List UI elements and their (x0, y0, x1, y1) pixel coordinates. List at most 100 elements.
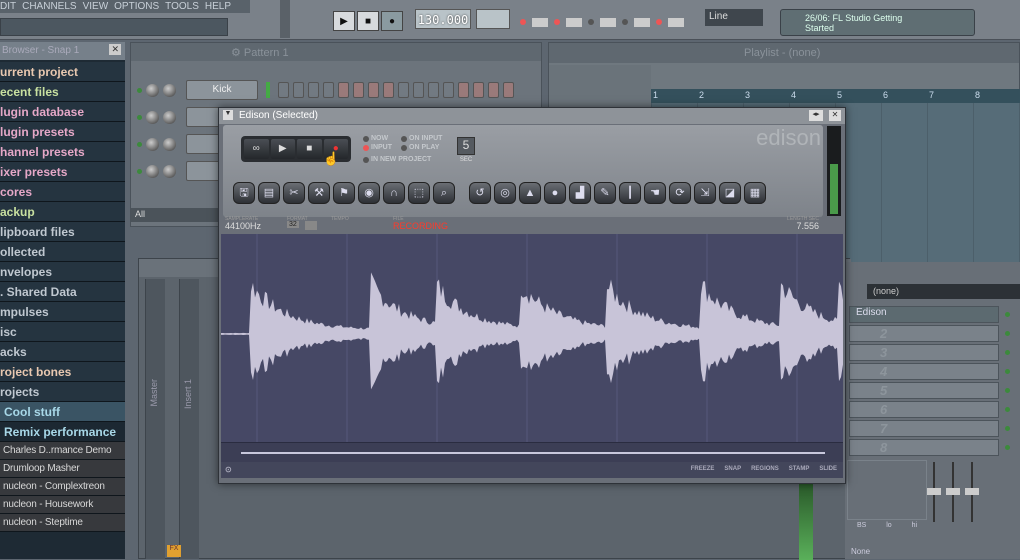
menu-channels[interactable]: CHANNELS (22, 0, 76, 13)
channel-button[interactable]: Kick (186, 80, 258, 100)
fx-slot[interactable]: 4 (849, 363, 999, 380)
mixer-strip-master[interactable]: Master (145, 279, 165, 559)
menu-arrow-icon[interactable]: ▼ (223, 110, 233, 120)
volume-knob[interactable] (163, 137, 176, 151)
browser-item[interactable]: ecent files (0, 82, 125, 102)
fx-slot[interactable]: 7 (849, 420, 999, 437)
slot-enable-led[interactable] (1005, 331, 1010, 336)
pan-knob[interactable] (146, 83, 159, 97)
view-icon[interactable]: ◉ (358, 182, 380, 204)
pattern-display[interactable] (476, 9, 510, 29)
arrows-icon[interactable]: ◂▸ (809, 110, 823, 121)
step-button[interactable] (458, 82, 469, 98)
fx-slot[interactable]: 8 (849, 439, 999, 456)
channel-led[interactable] (137, 87, 142, 93)
hand-icon[interactable]: ☚ (644, 182, 666, 204)
loop-icon[interactable]: ⟳ (669, 182, 691, 204)
pin-icon[interactable]: ┃ (619, 182, 641, 204)
menu-help[interactable]: HELP (205, 0, 231, 13)
browser-item[interactable]: ixer presets (0, 162, 125, 182)
stamp-toggle[interactable]: STAMP (789, 466, 810, 472)
volume-knob[interactable] (163, 164, 176, 178)
channel-led[interactable] (137, 114, 142, 120)
fx-slot[interactable]: 2 (849, 325, 999, 342)
browser-folder[interactable]: Remix performance (0, 422, 125, 442)
loop-button[interactable]: ∞ (244, 139, 269, 159)
menu-view[interactable]: VIEW (83, 0, 109, 13)
option-on-input[interactable]: ON INPUT (401, 135, 442, 142)
toggle-icon[interactable] (532, 17, 548, 27)
fx-slot[interactable]: 5 (849, 382, 999, 399)
close-icon[interactable]: ✕ (109, 44, 121, 55)
slot-enable-led[interactable] (1005, 312, 1010, 317)
eq-icon[interactable]: ▟ (569, 182, 591, 204)
step-button[interactable] (503, 82, 514, 98)
export-icon[interactable]: ⇲ (694, 182, 716, 204)
toggle-led[interactable] (588, 19, 594, 25)
step-button[interactable] (353, 82, 364, 98)
toggle-icon[interactable] (600, 17, 616, 27)
undo-icon[interactable]: ↺ (469, 182, 491, 204)
browser-item[interactable]: hannel presets (0, 142, 125, 162)
cut-icon[interactable]: ✂ (283, 182, 305, 204)
fx-slot[interactable]: Edison (849, 306, 999, 323)
step-button[interactable] (308, 82, 319, 98)
channel-led[interactable] (137, 168, 142, 174)
step-button[interactable] (443, 82, 454, 98)
edison-titlebar[interactable]: ▼ Edison (Selected) ◂▸ ✕ (219, 108, 845, 124)
browser-item[interactable]: isc (0, 322, 125, 342)
step-button[interactable] (473, 82, 484, 98)
step-button[interactable] (368, 82, 379, 98)
select-icon[interactable]: ⬚ (408, 182, 430, 204)
pan-knob[interactable] (146, 137, 159, 151)
eq-fader[interactable] (965, 488, 979, 495)
settings-icon[interactable]: ⊙ (225, 465, 232, 474)
slot-enable-led[interactable] (1005, 426, 1010, 431)
stop-button[interactable]: ■ (297, 139, 322, 159)
channel-led[interactable] (137, 141, 142, 147)
drag-icon[interactable]: ◪ (719, 182, 741, 204)
browser-item[interactable]: roject bones (0, 362, 125, 382)
browser-file[interactable]: nucleon - Complextreon (0, 478, 125, 496)
new-icon[interactable]: ▤ (258, 182, 280, 204)
stop-button[interactable]: ■ (357, 11, 379, 31)
toggle-led[interactable] (554, 19, 560, 25)
volume-knob[interactable] (163, 110, 176, 124)
toggle-icon[interactable] (668, 17, 684, 27)
drop-icon[interactable]: ● (544, 182, 566, 204)
grid-icon[interactable]: ▦ (744, 182, 766, 204)
step-button[interactable] (413, 82, 424, 98)
waveform-view[interactable] (221, 234, 843, 442)
menu-options[interactable]: OPTIONS (114, 0, 159, 13)
slot-enable-led[interactable] (1005, 350, 1010, 355)
browser-item[interactable]: mpulses (0, 302, 125, 322)
output-select[interactable]: None (851, 547, 870, 556)
step-button[interactable] (323, 82, 334, 98)
toggle-led[interactable] (622, 19, 628, 25)
browser-file[interactable]: Charles D..rmance Demo (0, 442, 125, 460)
toggle-led[interactable] (656, 19, 662, 25)
record-button[interactable]: ● (381, 11, 403, 31)
browser-item[interactable]: rojects (0, 382, 125, 402)
seconds-value[interactable]: 5 (457, 137, 475, 155)
volume-knob[interactable] (163, 83, 176, 97)
snap-select[interactable]: Line (705, 9, 763, 26)
browser-item[interactable]: acks (0, 342, 125, 362)
step-button[interactable] (383, 82, 394, 98)
eq-graph[interactable] (847, 460, 927, 520)
pan-knob[interactable] (146, 110, 159, 124)
option-input[interactable]: INPUT (363, 144, 392, 151)
option-in-new-project[interactable]: IN NEW PROJECT (363, 156, 431, 163)
format-bits[interactable]: 32 (287, 221, 299, 228)
browser-folder[interactable]: Cool stuff (0, 402, 125, 422)
option-on-play[interactable]: ON PLAY (401, 144, 439, 151)
fx-slot[interactable]: 3 (849, 344, 999, 361)
pan-knob[interactable] (146, 164, 159, 178)
save-icon[interactable]: 🖫 (233, 182, 255, 204)
slot-enable-led[interactable] (1005, 388, 1010, 393)
step-button[interactable] (278, 82, 289, 98)
browser-item[interactable]: lugin presets (0, 122, 125, 142)
news-panel[interactable]: 26/06: FL Studio Getting Started (780, 9, 975, 36)
toggle-icon[interactable] (566, 17, 582, 27)
pattern-name[interactable]: Pattern 1 (244, 47, 289, 59)
